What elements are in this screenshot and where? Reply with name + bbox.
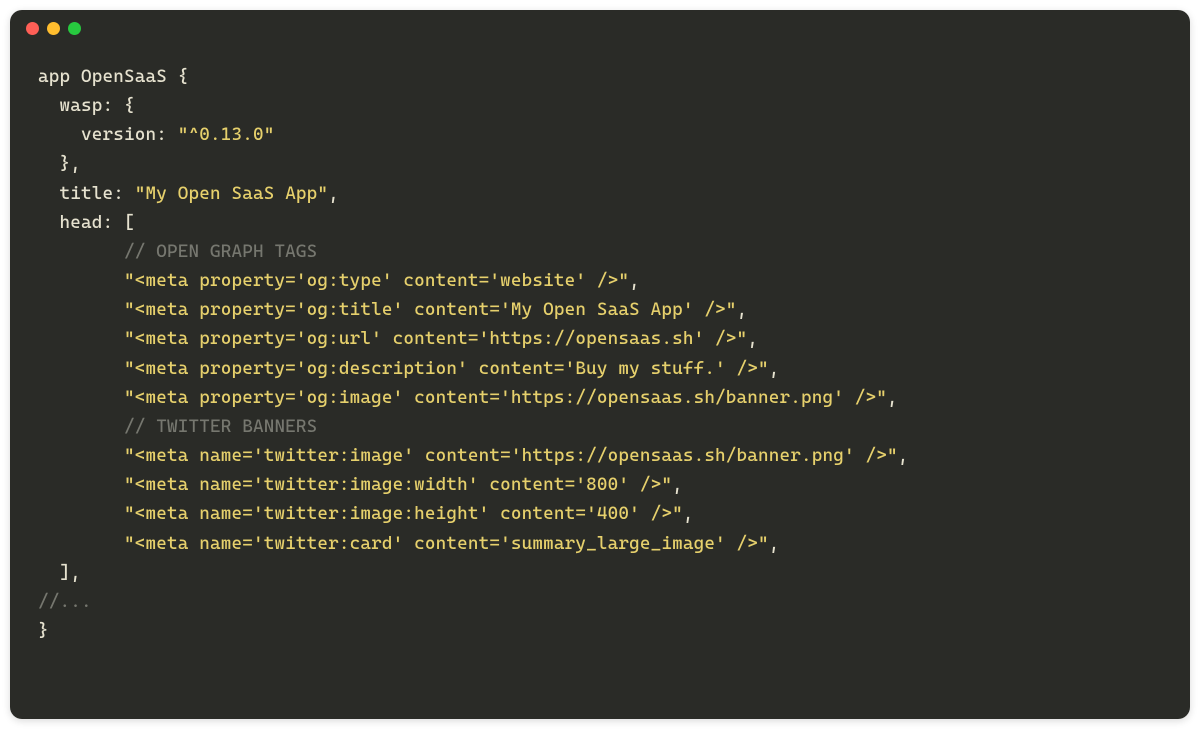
code-token: head:: [60, 212, 114, 233]
code-token: "<meta name='twitter:card' content='summ…: [124, 533, 769, 554]
code-token: ,: [887, 387, 898, 408]
code-token: "<meta property='og:url' content='https:…: [124, 328, 747, 349]
code-token: "<meta property='og:image' content='http…: [124, 387, 887, 408]
code-token: ,: [737, 299, 748, 320]
code-comment: // TWITTER BANNERS: [124, 416, 317, 437]
code-token: wasp:: [60, 95, 114, 116]
code-token: version:: [81, 124, 167, 145]
code-comment: //...: [38, 591, 92, 612]
code-token: "<meta name='twitter:image:height' conte…: [124, 503, 683, 524]
code-token: {: [124, 95, 135, 116]
code-token: ,: [672, 474, 683, 495]
close-icon[interactable]: [26, 22, 39, 35]
maximize-icon[interactable]: [68, 22, 81, 35]
code-token: }: [38, 620, 49, 641]
code-token: {: [178, 66, 189, 87]
titlebar: [10, 10, 1190, 46]
code-token: ,: [769, 533, 780, 554]
code-token: ,: [769, 358, 780, 379]
code-token: "<meta property='og:title' content='My O…: [124, 299, 737, 320]
code-token: title:: [60, 183, 124, 204]
code-comment: // OPEN GRAPH TAGS: [124, 241, 317, 262]
code-token: "<meta name='twitter:image:width' conten…: [124, 474, 672, 495]
code-token: ,: [328, 183, 339, 204]
minimize-icon[interactable]: [47, 22, 60, 35]
code-token: "^0.13.0": [178, 124, 275, 145]
code-token: "<meta name='twitter:image' content='htt…: [124, 445, 898, 466]
code-window: app OpenSaaS { wasp: { version: "^0.13.0…: [10, 10, 1190, 719]
code-token: [: [124, 212, 135, 233]
code-token: "<meta property='og:type' content='websi…: [124, 270, 629, 291]
code-token: ,: [629, 270, 640, 291]
code-token: ,: [747, 328, 758, 349]
code-token: ,: [683, 503, 694, 524]
code-token: },: [60, 153, 82, 174]
code-token: "My Open SaaS App": [135, 183, 328, 204]
code-token: ],: [60, 562, 82, 583]
code-editor[interactable]: app OpenSaaS { wasp: { version: "^0.13.0…: [10, 46, 1190, 665]
code-token: app: [38, 66, 70, 87]
code-token: ,: [898, 445, 909, 466]
code-token: "<meta property='og:description' content…: [124, 358, 769, 379]
code-token: OpenSaaS: [81, 66, 167, 87]
